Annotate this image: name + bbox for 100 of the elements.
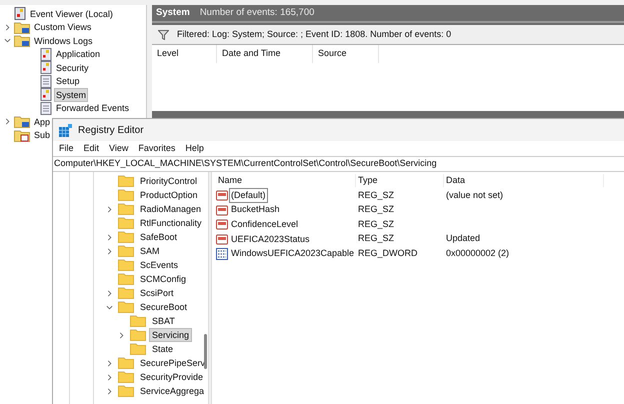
column-header[interactable]: Source (313, 45, 379, 63)
column-header[interactable]: Type (356, 174, 444, 188)
log-icon (40, 74, 52, 88)
chevron-right-icon[interactable] (4, 24, 11, 31)
value-name[interactable]: WindowsUEFICA2023Capable (229, 246, 356, 262)
log-icon (40, 48, 52, 61)
chevron-right-icon[interactable] (106, 234, 113, 240)
value-name[interactable]: UEFICA2023Status (229, 232, 312, 247)
tree-item[interactable]: Forwarded Events (54, 101, 132, 116)
chevron-right-icon[interactable] (106, 374, 113, 380)
string-value-icon (216, 204, 228, 216)
tree-item[interactable]: State (149, 342, 176, 356)
folder-icon (118, 357, 134, 369)
log-icon (40, 61, 52, 74)
filter-text: Filtered: Log: System; Source: ; Event ID: 1808. Number of events: 0 (177, 28, 452, 41)
folder-icon (14, 20, 30, 34)
event-count: Number of events: 165,700 (200, 6, 314, 20)
value-data: (value not set) (445, 188, 504, 202)
chevron-right-icon[interactable] (4, 118, 11, 126)
tree-item[interactable]: SecurityProvide (137, 370, 206, 384)
tree-item[interactable]: SecurePipeServ (136, 356, 208, 370)
value-data: 0x00000002 (2) (445, 246, 510, 260)
value-type: REG_DWORD (357, 246, 419, 260)
chevron-right-icon[interactable] (106, 290, 113, 296)
folder-icon (118, 287, 134, 299)
string-value-icon (216, 218, 228, 230)
tree-item[interactable]: RadioManagen (137, 202, 204, 216)
column-header[interactable]: Level (152, 45, 217, 63)
tree-item[interactable]: Application (54, 47, 102, 62)
folder-icon (118, 231, 134, 243)
chevron-down-icon[interactable] (4, 37, 11, 44)
tree-item[interactable]: System (54, 88, 88, 102)
log-icon (40, 88, 52, 102)
tree-item[interactable]: Security (54, 60, 91, 75)
folder-icon (118, 203, 134, 215)
string-value-icon (216, 189, 228, 202)
value-type: REG_SZ (357, 188, 396, 202)
menu-item[interactable]: Help (181, 142, 208, 156)
scrollbar-thumb[interactable] (204, 334, 207, 369)
tree-item[interactable]: RtlFunctionality (137, 216, 205, 230)
event-log-icon (14, 7, 26, 20)
value-type: REG_SZ (357, 218, 396, 231)
tree-item[interactable]: ProductOption (137, 188, 201, 202)
chevron-right-icon[interactable] (106, 206, 113, 212)
address-bar[interactable]: Computer\HKEY_LOCAL_MACHINE\SYSTEM\CurrentControlSet\Control\SecureBoot\Servicing (53, 156, 624, 172)
subscription-icon (14, 128, 30, 142)
tree-item[interactable]: SCMConfig (137, 272, 190, 286)
value-name[interactable]: BucketHash (229, 202, 282, 218)
column-header[interactable]: Date and Time (217, 45, 313, 63)
chevron-right-icon[interactable] (106, 360, 113, 366)
tree-item[interactable]: Setup (54, 74, 82, 88)
chevron-right-icon[interactable] (118, 332, 125, 338)
menu-item[interactable]: Favorites (134, 142, 180, 156)
folder-icon (130, 315, 146, 327)
binary-value-icon (216, 248, 228, 260)
tree-item[interactable]: SBAT (149, 314, 178, 328)
string-value-icon (216, 233, 228, 246)
column-header[interactable]: Data (444, 174, 604, 188)
tree-item[interactable]: Sub (32, 128, 52, 142)
chevron-right-icon[interactable] (106, 248, 113, 254)
value-name[interactable]: (Default) (229, 188, 268, 203)
tree-item[interactable]: App (32, 114, 52, 129)
folder-icon (118, 301, 134, 313)
tree-item[interactable]: ScEvents (137, 258, 182, 272)
log-icon (40, 102, 52, 115)
tree-item[interactable]: Windows Logs (32, 34, 95, 48)
column-header[interactable]: Name (216, 174, 356, 188)
chevron-right-icon[interactable] (106, 388, 113, 394)
tree-item[interactable]: SecureBoot (137, 300, 190, 314)
value-data: Updated (445, 232, 482, 246)
value-type: REG_SZ (357, 232, 396, 246)
folder-icon (118, 189, 134, 201)
value-name[interactable]: ConfidenceLevel (229, 216, 300, 232)
folder-icon (130, 329, 146, 341)
registry-icon (59, 124, 72, 136)
tree-item[interactable]: Event Viewer (Local) (28, 6, 115, 21)
folder-icon (14, 34, 30, 48)
folder-icon (118, 371, 134, 383)
menu-item[interactable]: File (55, 142, 78, 156)
filter-icon (158, 30, 169, 40)
chevron-down-icon[interactable] (106, 304, 113, 310)
tree-item[interactable]: SafeBoot (137, 230, 180, 244)
tree-item[interactable]: ServiceAggrega (137, 384, 208, 398)
menu-item[interactable]: View (105, 142, 132, 156)
tree-item[interactable]: Custom Views (32, 20, 94, 34)
menu-item[interactable]: Edit (80, 142, 104, 156)
tree-item[interactable]: ScsiPort (137, 286, 177, 300)
folder-icon (118, 385, 134, 397)
folder-icon (14, 115, 30, 128)
tree-item[interactable]: PriorityControl (137, 174, 200, 188)
folder-icon (118, 175, 134, 187)
window-title: Registry Editor (78, 124, 144, 138)
tree-item[interactable]: Servicing (149, 328, 192, 342)
folder-icon (118, 217, 134, 229)
folder-icon (118, 259, 134, 271)
tree-item[interactable]: SAM (137, 244, 163, 258)
folder-icon (118, 273, 134, 285)
folder-icon (130, 343, 146, 355)
value-type: REG_SZ (357, 203, 396, 216)
folder-icon (118, 245, 134, 257)
